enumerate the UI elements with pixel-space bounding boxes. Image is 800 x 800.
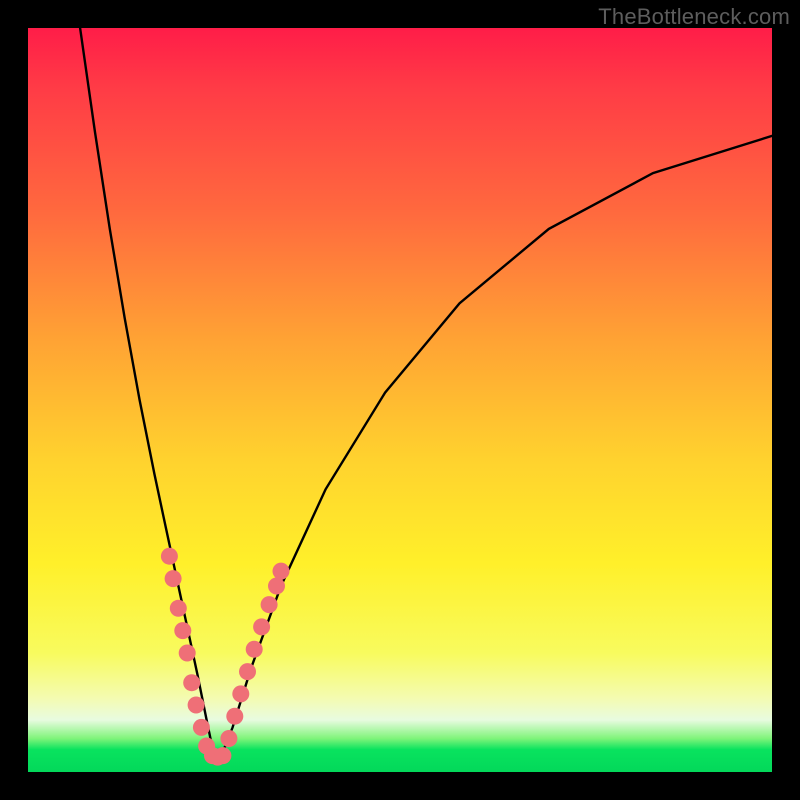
marker-dot <box>273 563 290 580</box>
marker-dot <box>183 674 200 691</box>
marker-dot <box>170 600 187 617</box>
marker-cluster <box>161 548 290 766</box>
marker-dot <box>179 645 196 662</box>
curve-layer <box>28 28 772 772</box>
plot-area <box>28 28 772 772</box>
marker-dot <box>268 578 285 595</box>
watermark-text: TheBottleneck.com <box>598 4 790 30</box>
marker-dot <box>220 730 237 747</box>
marker-dot <box>174 622 191 639</box>
marker-dot <box>165 570 182 587</box>
marker-dot <box>232 685 249 702</box>
marker-dot <box>188 697 205 714</box>
marker-dot <box>253 618 270 635</box>
marker-dot <box>239 663 256 680</box>
marker-dot <box>246 641 263 658</box>
marker-dot <box>214 747 231 764</box>
chart-frame: TheBottleneck.com <box>0 0 800 800</box>
marker-dot <box>193 719 210 736</box>
marker-dot <box>261 596 278 613</box>
marker-dot <box>226 708 243 725</box>
marker-dot <box>161 548 178 565</box>
